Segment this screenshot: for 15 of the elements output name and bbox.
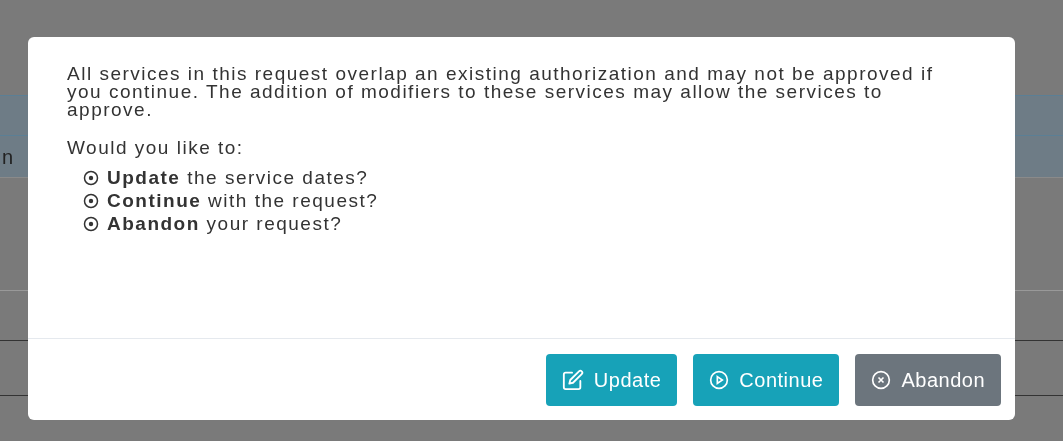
option-text: Abandon your request? [107, 215, 343, 233]
column-heading: n [2, 144, 14, 170]
edit-icon [561, 368, 584, 391]
dot-circle-icon [83, 216, 99, 232]
option-text: Continue with the request? [107, 192, 379, 210]
update-button[interactable]: Update [545, 353, 678, 406]
continue-button[interactable]: Continue [693, 353, 840, 406]
play-circle-icon [709, 369, 730, 390]
dot-circle-icon [83, 170, 99, 186]
close-circle-icon [871, 369, 892, 390]
dialog-message: All services in this request overlap an existing authorization and may not be approved if you continue. The addition of modifiers to these services may allow the services to approve. [67, 65, 935, 119]
dot-circle-icon [83, 193, 99, 209]
dialog-question: Would you like to: [67, 139, 245, 157]
option-text: Update the service dates? [107, 169, 369, 187]
abandon-button[interactable]: Abandon [855, 353, 1001, 406]
